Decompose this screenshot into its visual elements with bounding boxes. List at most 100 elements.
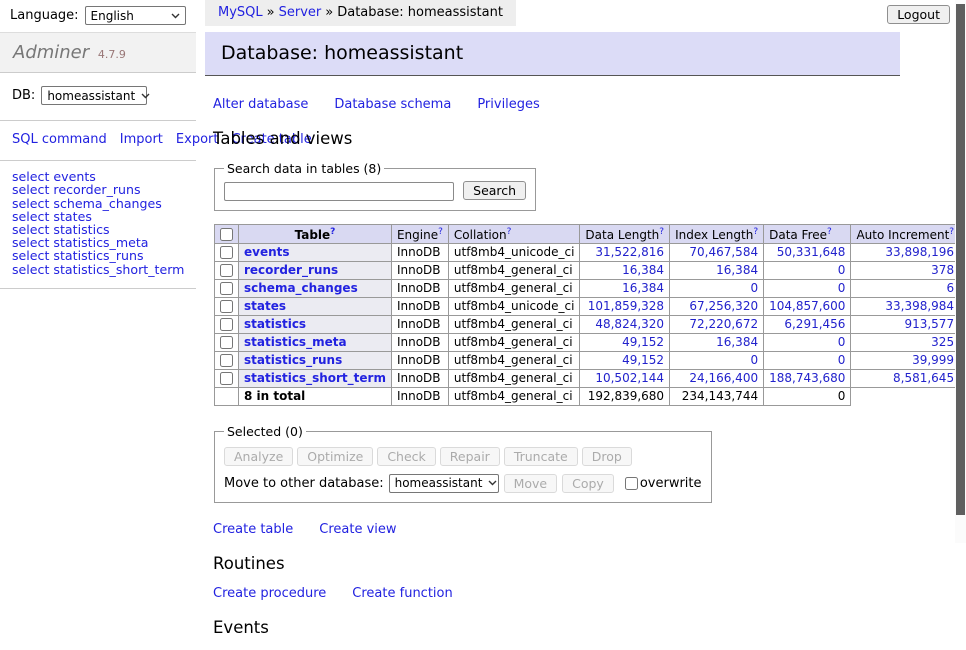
row-checkbox[interactable] bbox=[220, 246, 233, 259]
analyze-button[interactable]: Analyze bbox=[224, 447, 293, 466]
help-link-icon[interactable]: ? bbox=[507, 227, 512, 237]
cell-collation: utf8mb4_general_ci bbox=[448, 351, 580, 369]
table-link-statistics_short_term[interactable]: statistics_short_term bbox=[244, 371, 386, 385]
cell-data-free: 0 bbox=[764, 279, 851, 297]
truncate-button[interactable]: Truncate bbox=[504, 447, 578, 466]
move-button[interactable]: Move bbox=[504, 474, 558, 493]
repair-button[interactable]: Repair bbox=[440, 447, 500, 466]
column-header-label: Auto Increment bbox=[856, 228, 949, 242]
search-input[interactable] bbox=[224, 182, 454, 201]
table-link-states[interactable]: states bbox=[244, 299, 286, 313]
column-header-label: Data Length bbox=[585, 228, 659, 242]
column-header-label: Collation bbox=[454, 228, 507, 242]
table-link-recorder_runs[interactable]: recorder_runs bbox=[244, 263, 338, 277]
select-all-cell bbox=[215, 224, 239, 243]
help-link-icon[interactable]: ? bbox=[438, 227, 443, 237]
table-link-statistics[interactable]: statistics bbox=[244, 317, 306, 331]
selected-actions: AnalyzeOptimizeCheck RepairTruncateDrop bbox=[224, 447, 702, 466]
sidebar-item-select-states[interactable]: select states bbox=[12, 210, 184, 223]
adminer-logo[interactable]: Adminer bbox=[13, 42, 89, 63]
row-checkbox-cell bbox=[215, 297, 239, 315]
link-create-table[interactable]: Create table bbox=[213, 522, 293, 537]
help-sup: ? bbox=[659, 226, 664, 237]
sidebar-menu-links: SQL commandImportExportCreate table bbox=[0, 121, 196, 161]
overwrite-checkbox[interactable] bbox=[625, 477, 638, 490]
link-privileges[interactable]: Privileges bbox=[477, 97, 540, 112]
chevron-down-icon bbox=[171, 13, 180, 19]
cell-engine: InnoDB bbox=[391, 351, 448, 369]
row-checkbox[interactable] bbox=[220, 318, 233, 331]
db-label: DB: bbox=[12, 88, 35, 103]
column-header-data-free: Data Free? bbox=[764, 224, 851, 243]
search-button[interactable]: Search bbox=[463, 181, 526, 200]
cell-auto-increment: 325 bbox=[851, 333, 960, 351]
language-select[interactable]: English bbox=[85, 6, 186, 25]
help-link-icon[interactable]: ? bbox=[659, 227, 664, 237]
table-name-cell: statistics_runs bbox=[239, 351, 392, 369]
language-select-value: English bbox=[91, 9, 134, 23]
sidebar-item-select-statistics_runs[interactable]: select statistics_runs bbox=[12, 249, 184, 262]
move-database-select[interactable]: homeassistant bbox=[389, 474, 499, 493]
help-link-icon[interactable]: ? bbox=[330, 227, 335, 237]
sidebar-item-select-schema_changes[interactable]: select schema_changes bbox=[12, 197, 184, 210]
link-database-schema[interactable]: Database schema bbox=[334, 97, 451, 112]
table-name-cell: recorder_runs bbox=[239, 261, 392, 279]
cell-data-free: 0 bbox=[764, 333, 851, 351]
row-checkbox-cell bbox=[215, 279, 239, 297]
search-legend: Search data in tables (8) bbox=[224, 161, 384, 176]
row-checkbox[interactable] bbox=[220, 264, 233, 277]
help-sup: ? bbox=[827, 226, 832, 237]
row-checkbox[interactable] bbox=[220, 300, 233, 313]
check-button[interactable]: Check bbox=[377, 447, 435, 466]
table-link-schema_changes[interactable]: schema_changes bbox=[244, 281, 358, 295]
cell-collation: utf8mb4_general_ci bbox=[448, 369, 580, 387]
cell-engine: InnoDB bbox=[391, 279, 448, 297]
sidebar-item-select-recorder_runs[interactable]: select recorder_runs bbox=[12, 183, 184, 196]
cell-data-free: 104,857,600 bbox=[764, 297, 851, 315]
total-label-cell: 8 in total bbox=[239, 387, 392, 405]
help-link-icon[interactable]: ? bbox=[949, 227, 954, 237]
total-collation-cell: utf8mb4_general_ci bbox=[448, 387, 580, 405]
cell-index-length: 16,384 bbox=[670, 333, 764, 351]
cell-index-length: 67,256,320 bbox=[670, 297, 764, 315]
help-link-icon[interactable]: ? bbox=[753, 227, 758, 237]
table-link-events[interactable]: events bbox=[244, 245, 290, 259]
table-name-cell: states bbox=[239, 297, 392, 315]
sidebar-item-select-statistics_short_term[interactable]: select statistics_short_term bbox=[12, 263, 184, 276]
help-link-icon[interactable]: ? bbox=[827, 227, 832, 237]
select-all-checkbox[interactable] bbox=[220, 228, 233, 241]
cell-collation: utf8mb4_general_ci bbox=[448, 279, 580, 297]
total-data-length-cell: 192,839,680 bbox=[580, 387, 670, 405]
chevron-down-icon bbox=[488, 480, 497, 486]
menu-link-sql-command[interactable]: SQL command bbox=[12, 132, 107, 147]
cell-auto-increment: 378 bbox=[851, 261, 960, 279]
help-sup: ? bbox=[507, 226, 512, 237]
link-create-procedure[interactable]: Create procedure bbox=[213, 586, 326, 601]
db-select[interactable]: homeassistant bbox=[41, 86, 147, 105]
row-checkbox-cell bbox=[215, 369, 239, 387]
scrollbar-thumb[interactable] bbox=[956, 4, 965, 515]
language-label: Language: bbox=[10, 8, 79, 23]
optimize-button[interactable]: Optimize bbox=[297, 447, 373, 466]
link-create-function[interactable]: Create function bbox=[352, 586, 452, 601]
menu-link-import[interactable]: Import bbox=[120, 132, 163, 147]
row-checkbox[interactable] bbox=[220, 372, 233, 385]
row-checkbox[interactable] bbox=[220, 354, 233, 367]
table-header-row: Table?Engine?Collation?Data Length?Index… bbox=[215, 224, 966, 243]
link-create-view[interactable]: Create view bbox=[319, 522, 396, 537]
scrollbar-track[interactable] bbox=[955, 0, 966, 543]
row-checkbox[interactable] bbox=[220, 282, 233, 295]
table-name-cell: statistics_short_term bbox=[239, 369, 392, 387]
table-link-statistics_runs[interactable]: statistics_runs bbox=[244, 353, 342, 367]
column-header-table: Table? bbox=[239, 224, 392, 243]
total-engine-cell: InnoDB bbox=[391, 387, 448, 405]
cell-data-length: 101,859,328 bbox=[580, 297, 670, 315]
link-alter-database[interactable]: Alter database bbox=[213, 97, 308, 112]
row-checkbox[interactable] bbox=[220, 336, 233, 349]
table-row: statistics_runsInnoDButf8mb4_general_ci4… bbox=[215, 351, 966, 369]
copy-button[interactable]: Copy bbox=[562, 474, 614, 493]
cell-collation: utf8mb4_general_ci bbox=[448, 261, 580, 279]
drop-button[interactable]: Drop bbox=[582, 447, 632, 466]
cell-data-free: 0 bbox=[764, 351, 851, 369]
table-link-statistics_meta[interactable]: statistics_meta bbox=[244, 335, 347, 349]
